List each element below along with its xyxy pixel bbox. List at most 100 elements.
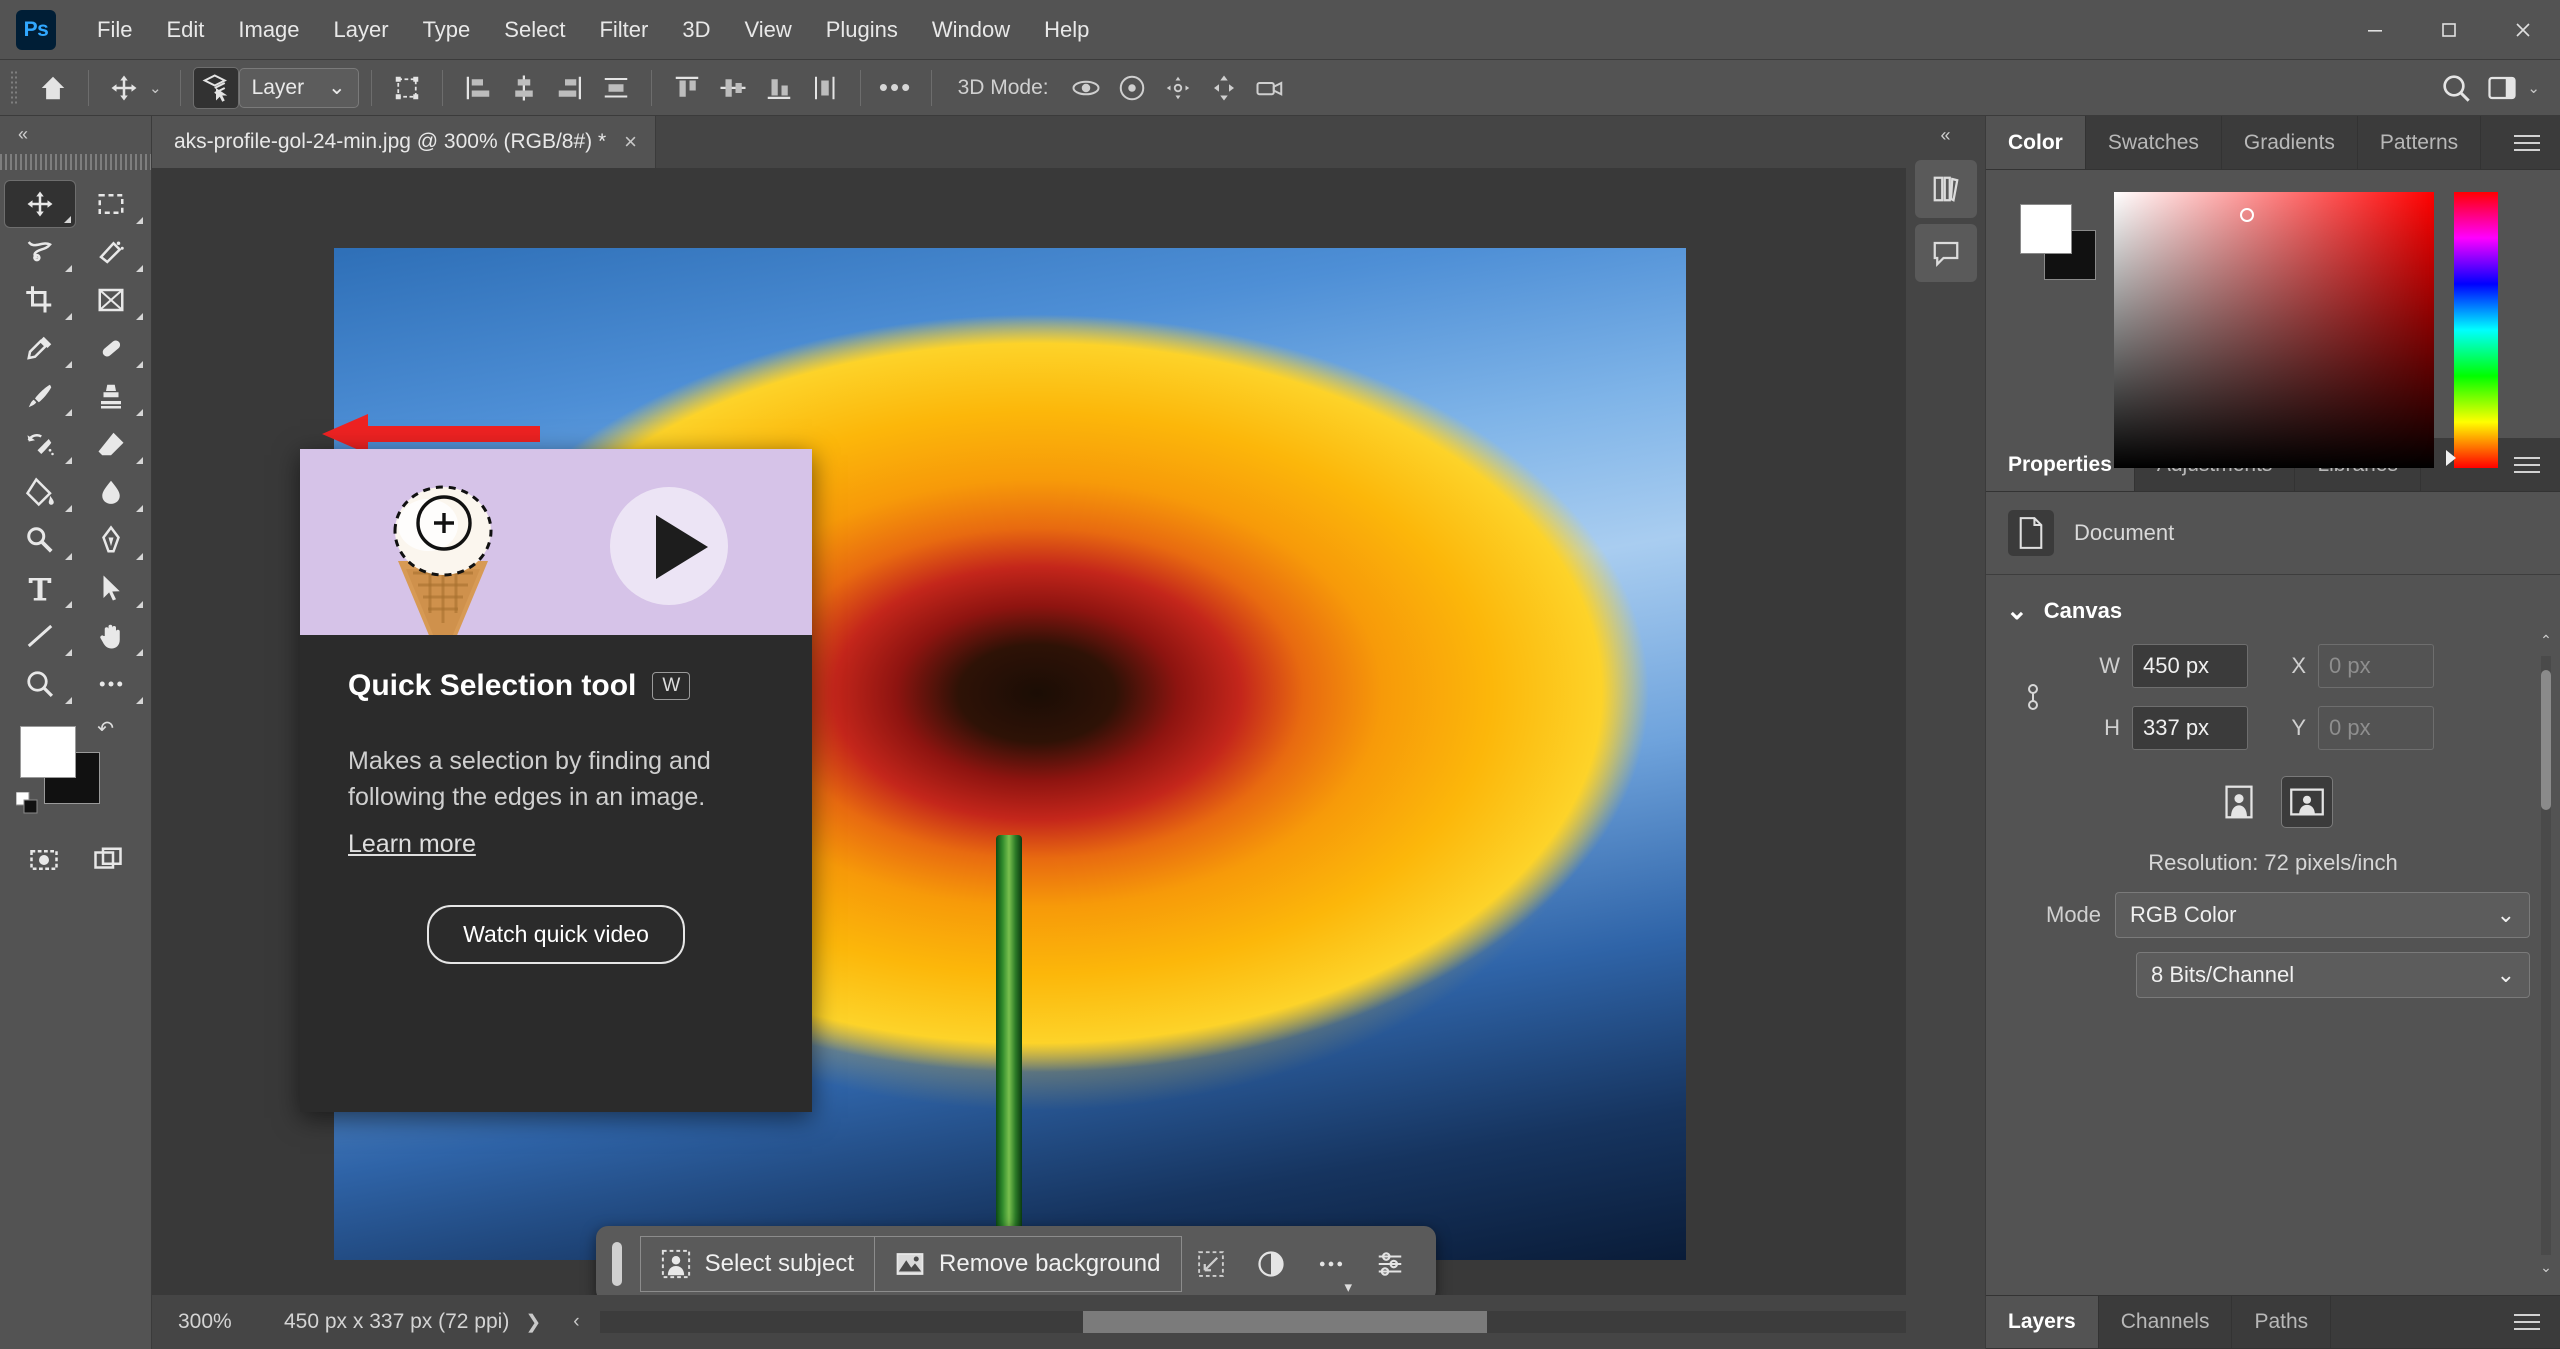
quick-mask-button[interactable] <box>20 836 68 884</box>
color-picker-handle[interactable] <box>2240 208 2254 222</box>
color-field[interactable] <box>2114 192 2434 468</box>
menu-layer[interactable]: Layer <box>317 11 406 49</box>
zoom-level[interactable]: 300% <box>152 1310 262 1334</box>
tab-color[interactable]: Color <box>1986 116 2086 169</box>
bit-depth-select[interactable]: 8 Bits/Channel ⌄ <box>2136 952 2530 998</box>
tool-eraser[interactable] <box>76 420 148 468</box>
tab-paths[interactable]: Paths <box>2232 1296 2332 1348</box>
minimize-button[interactable] <box>2338 0 2412 59</box>
play-icon[interactable] <box>610 487 728 605</box>
tool-edit-toolbar[interactable] <box>76 660 148 708</box>
close-icon[interactable]: × <box>624 131 637 153</box>
tool-move[interactable] <box>4 180 76 228</box>
properties-scrollbar[interactable]: ⌃ ⌄ <box>2538 632 2554 1279</box>
tool-history-brush[interactable] <box>4 420 76 468</box>
more-align-options-button[interactable]: ••• <box>873 67 919 109</box>
watch-quick-video-button[interactable]: Watch quick video <box>427 904 685 964</box>
tool-crop[interactable] <box>4 276 76 324</box>
default-colors-icon[interactable] <box>15 791 38 814</box>
tab-properties[interactable]: Properties <box>1986 438 2135 491</box>
scroll-up-icon[interactable]: ⌃ <box>2538 632 2554 652</box>
move-tool-caret[interactable]: ⌄ <box>149 79 162 97</box>
distribute-horizontally-button[interactable] <box>593 67 639 109</box>
panel-menu-button[interactable] <box>2494 116 2560 169</box>
canvas-area[interactable]: ▲ ▼ <box>152 168 1986 1295</box>
menu-plugins[interactable]: Plugins <box>809 11 915 49</box>
height-input[interactable]: 337 px <box>2132 706 2248 750</box>
menu-select[interactable]: Select <box>487 11 582 49</box>
tab-patterns[interactable]: Patterns <box>2358 116 2482 169</box>
remove-background-button[interactable]: Remove background <box>875 1236 1182 1292</box>
learn-more-link[interactable]: Learn more <box>348 830 476 859</box>
tool-dodge[interactable] <box>4 516 76 564</box>
select-subject-button[interactable]: Select subject <box>639 1236 876 1292</box>
width-input[interactable]: 450 px <box>2132 644 2248 688</box>
scroll-thumb[interactable] <box>2541 670 2551 810</box>
move-tool-button[interactable] <box>101 67 147 109</box>
taskbar-properties-button[interactable] <box>1360 1236 1420 1292</box>
tool-blur[interactable] <box>76 468 148 516</box>
tools-panel-grip[interactable] <box>0 154 151 170</box>
color-mode-select[interactable]: RGB Color ⌄ <box>2115 892 2530 938</box>
tab-swatches[interactable]: Swatches <box>2086 116 2222 169</box>
workspace-caret-icon[interactable]: ⌄ <box>2527 79 2540 97</box>
tool-quick-selection[interactable] <box>76 228 148 276</box>
menu-edit[interactable]: Edit <box>149 11 221 49</box>
tool-lasso[interactable] <box>4 228 76 276</box>
scroll-thumb[interactable] <box>1083 1311 1487 1333</box>
align-horizontal-centers-button[interactable] <box>501 67 547 109</box>
tool-zoom[interactable] <box>4 660 76 708</box>
menu-filter[interactable]: Filter <box>582 11 665 49</box>
tool-tooltip-popup[interactable]: Quick Selection tool W Makes a selection… <box>300 449 812 1112</box>
foreground-color-swatch[interactable] <box>2020 204 2072 254</box>
contextual-taskbar[interactable]: Select subject Remove background ▾ <box>596 1226 1436 1295</box>
link-dimensions-icon[interactable] <box>2010 680 2056 714</box>
adjustment-layer-button[interactable] <box>1241 1236 1301 1292</box>
align-left-edges-button[interactable] <box>455 67 501 109</box>
orbit-3d-button[interactable] <box>1063 67 1109 109</box>
status-expand-icon[interactable]: ❯ <box>509 1311 557 1334</box>
pan-3d-button[interactable] <box>1155 67 1201 109</box>
libraries-rail-button[interactable] <box>1914 160 1977 218</box>
y-input[interactable]: 0 px <box>2318 706 2434 750</box>
menu-help[interactable]: Help <box>1027 11 1106 49</box>
tool-gradient[interactable] <box>4 468 76 516</box>
tool-clone-stamp[interactable] <box>76 372 148 420</box>
search-button[interactable] <box>2433 67 2479 109</box>
screen-mode-button[interactable] <box>84 836 132 884</box>
menu-file[interactable]: File <box>80 11 149 49</box>
scroll-left-icon[interactable]: ‹ <box>557 1311 595 1333</box>
tool-brush[interactable] <box>4 372 76 420</box>
auto-select-button[interactable] <box>192 66 239 109</box>
rail-collapse-button[interactable]: « <box>1906 116 1985 154</box>
menu-3d[interactable]: 3D <box>665 11 727 49</box>
roll-3d-button[interactable] <box>1109 67 1155 109</box>
close-button[interactable] <box>2486 0 2560 59</box>
tool-line[interactable] <box>4 612 76 660</box>
tools-collapse-button[interactable]: « <box>0 116 151 152</box>
drag-handle[interactable] <box>612 1242 622 1286</box>
tool-frame[interactable] <box>76 276 148 324</box>
horizontal-scrollbar[interactable] <box>599 1311 1944 1333</box>
distribute-vertically-button[interactable] <box>802 67 848 109</box>
tool-type[interactable] <box>4 564 76 612</box>
tab-channels[interactable]: Channels <box>2099 1296 2233 1348</box>
tool-rectangular-marquee[interactable] <box>76 180 148 228</box>
tooltip-media[interactable] <box>300 449 812 635</box>
auto-select-scope-select[interactable]: Layer ⌄ <box>238 67 359 108</box>
tool-eyedropper[interactable] <box>4 324 76 372</box>
panel-menu-button[interactable] <box>2494 438 2560 491</box>
hue-strip[interactable] <box>2454 192 2498 468</box>
show-transform-controls-button[interactable] <box>384 67 430 109</box>
menu-type[interactable]: Type <box>406 11 488 49</box>
tool-spot-healing-brush[interactable] <box>76 324 148 372</box>
transform-selection-button[interactable] <box>1182 1236 1242 1292</box>
options-bar-grip[interactable] <box>10 69 18 106</box>
tool-path-selection[interactable] <box>76 564 148 612</box>
camera-3d-button[interactable] <box>1247 67 1293 109</box>
align-top-edges-button[interactable] <box>664 67 710 109</box>
document-tab[interactable]: aks-profile-gol-24-min.jpg @ 300% (RGB/8… <box>152 116 657 168</box>
slide-3d-button[interactable] <box>1201 67 1247 109</box>
portrait-orientation-button[interactable] <box>2213 776 2265 828</box>
chevron-down-icon[interactable]: ⌄ <box>2006 595 2028 626</box>
